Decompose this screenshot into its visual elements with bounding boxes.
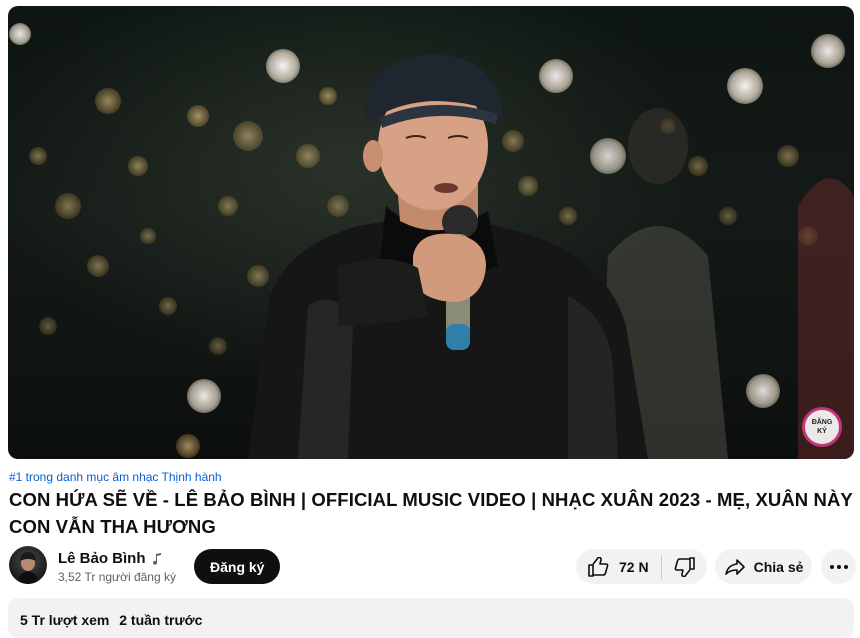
- share-button[interactable]: Chia sẻ: [715, 549, 812, 584]
- channel-name[interactable]: Lê Bảo Bình: [58, 550, 146, 567]
- like-count: 72 N: [619, 558, 649, 575]
- trending-link[interactable]: #1 trong danh mục âm nhạc Thịnh hành: [9, 470, 222, 484]
- subscriber-count: 3,52 Tr người đăng ký: [58, 570, 176, 584]
- subscribe-button[interactable]: Đăng ký: [194, 549, 281, 584]
- more-actions-button[interactable]: [821, 549, 856, 584]
- channel-name-row[interactable]: Lê Bảo Bình: [58, 550, 162, 567]
- share-arrow-icon: [724, 558, 746, 576]
- subscribe-watermark[interactable]: ĐĂNG KÝ: [802, 407, 842, 447]
- thumbs-down-icon: [674, 556, 696, 577]
- channel-avatar[interactable]: [9, 546, 47, 584]
- share-label: Chia sẻ: [753, 558, 804, 575]
- description-box[interactable]: 5 Tr lượt xem 2 tuần trước: [8, 598, 854, 638]
- like-button[interactable]: 72 N: [576, 549, 661, 584]
- view-count: 5 Tr lượt xem: [20, 612, 110, 628]
- watermark-line-2: KÝ: [817, 428, 827, 435]
- video-player[interactable]: ĐĂNG KÝ: [8, 6, 854, 459]
- video-title: CON HỨA SẼ VỀ - LÊ BẢO BÌNH | OFFICIAL M…: [9, 489, 853, 537]
- description-meta: 5 Tr lượt xem 2 tuần trước: [20, 612, 208, 628]
- upload-age: 2 tuần trước: [119, 612, 203, 628]
- watermark-line-1: ĐĂNG: [811, 419, 833, 426]
- more-horizontal-icon: [829, 564, 848, 569]
- thumbs-up-icon: [587, 556, 609, 577]
- music-note-icon: [152, 552, 162, 565]
- owner-row: Lê Bảo Bình 3,52 Tr người đăng ký Đăng k…: [9, 546, 859, 586]
- like-dislike-group: 72 N: [576, 549, 707, 584]
- singer-figure: [248, 54, 854, 459]
- dislike-button[interactable]: [662, 549, 707, 584]
